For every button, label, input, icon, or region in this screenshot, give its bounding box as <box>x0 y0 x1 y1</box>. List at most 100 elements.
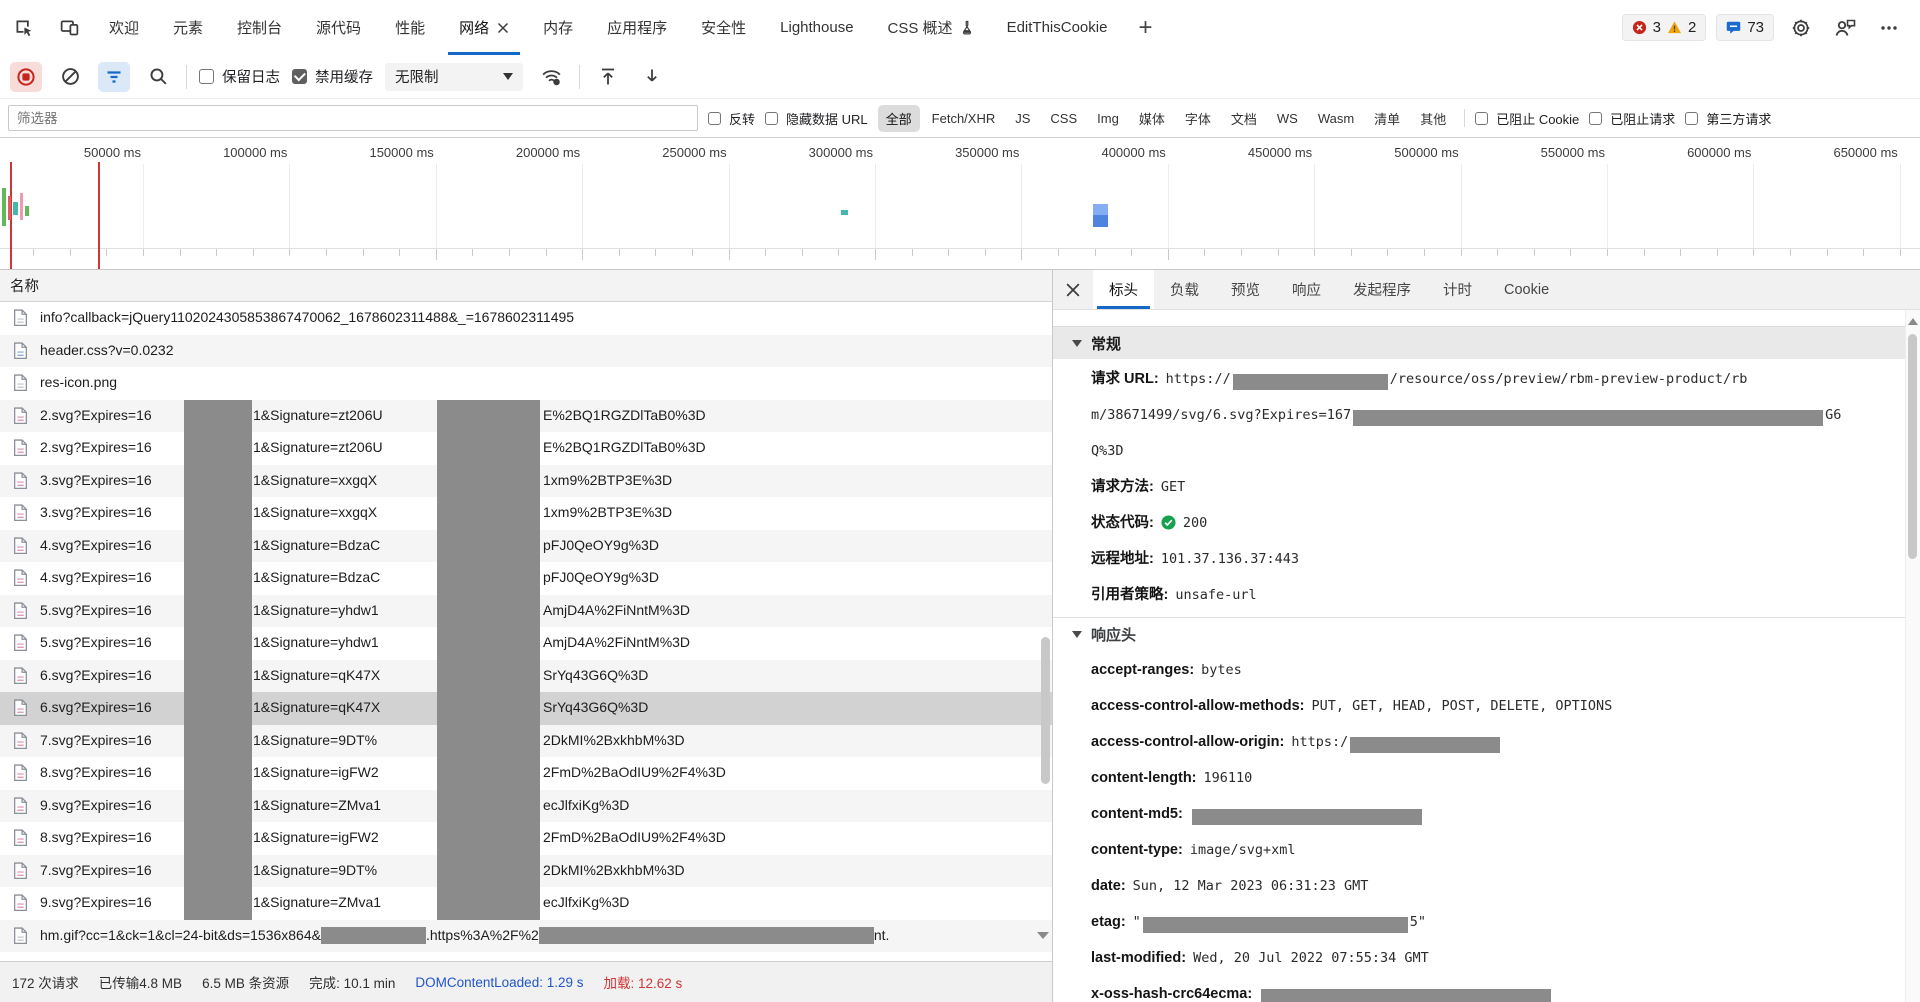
chat-bubble-icon <box>1726 20 1741 35</box>
response-headers-section-header[interactable]: 响应头 <box>1053 617 1905 650</box>
request-name-text: info?callback=jQuery11020243058538674700… <box>40 309 574 325</box>
feedback-button[interactable] <box>1828 11 1862 45</box>
request-name-segment: 1&Signature=qK47X <box>253 667 380 683</box>
filter-type-Wasm[interactable]: Wasm <box>1310 107 1362 130</box>
header-line: last-modified:Wed, 20 Jul 2022 07:55:34 … <box>1091 940 1895 976</box>
name-column-header[interactable]: 名称 <box>0 270 1052 302</box>
request-list-scrollbar[interactable] <box>1041 637 1050 784</box>
details-tab-负载[interactable]: 负载 <box>1154 270 1215 309</box>
clear-network-log-button[interactable] <box>54 62 86 92</box>
request-row[interactable]: info?callback=jQuery11020243058538674700… <box>0 302 1052 335</box>
settings-button[interactable] <box>1784 11 1818 45</box>
request-name-segment: SrYq43G6Q%3D <box>543 667 648 683</box>
file-icon <box>13 732 28 750</box>
network-conditions-icon <box>541 66 562 87</box>
invert-checkbox[interactable]: 反转 <box>708 109 755 128</box>
header-value: Wed, 20 Jul 2022 07:55:34 GMT <box>1193 950 1429 966</box>
filter-type-其他[interactable]: 其他 <box>1412 105 1454 132</box>
header-value: Sun, 12 Mar 2023 06:31:23 GMT <box>1133 878 1369 894</box>
header-line: x-oss-hash-crc64ecma: <box>1091 976 1895 1002</box>
details-scrollbar-track[interactable] <box>1905 310 1920 1002</box>
more-tabs-button[interactable]: + <box>1124 0 1166 55</box>
tab-安全性[interactable]: 安全性 <box>684 0 763 55</box>
header-value-text: image/svg+xml <box>1190 842 1296 858</box>
filter-type-全部[interactable]: 全部 <box>878 105 920 132</box>
request-row[interactable]: header.css?v=0.0232 <box>0 335 1052 368</box>
timeline-tick <box>1717 249 1718 256</box>
network-overview-timeline[interactable]: 50000 ms100000 ms150000 ms200000 ms25000… <box>0 138 1920 270</box>
filter-toggle-button[interactable] <box>98 62 130 92</box>
file-icon <box>13 894 28 912</box>
file-icon <box>13 569 28 587</box>
export-har-button[interactable] <box>592 62 624 92</box>
details-scrollbar-thumb[interactable] <box>1908 334 1917 559</box>
tab-源代码[interactable]: 源代码 <box>299 0 378 55</box>
blocked-cookies-label: 已阻止 Cookie <box>1496 109 1579 128</box>
tab-网络[interactable]: 网络 <box>442 0 526 55</box>
request-row[interactable]: hm.gif?cc=1&ck=1&cl=24-bit&ds=1536x864&.… <box>0 920 1052 953</box>
tab-Lighthouse[interactable]: Lighthouse <box>763 0 870 55</box>
filter-type-文档[interactable]: 文档 <box>1223 105 1265 132</box>
messages-badge[interactable]: 73 <box>1716 14 1774 41</box>
issues-badge[interactable]: 3 2 <box>1622 14 1707 41</box>
details-tab-发起程序[interactable]: 发起程序 <box>1337 270 1427 309</box>
tab-控制台[interactable]: 控制台 <box>220 0 299 55</box>
request-name-text: res-icon.png <box>40 374 117 390</box>
filter-type-CSS[interactable]: CSS <box>1042 107 1085 130</box>
tab-应用程序[interactable]: 应用程序 <box>590 0 684 55</box>
details-tab-Cookie[interactable]: Cookie <box>1488 270 1565 309</box>
general-section-header[interactable]: 常规 <box>1053 326 1905 359</box>
details-tab-标头[interactable]: 标头 <box>1093 270 1154 309</box>
filter-input[interactable] <box>8 105 698 131</box>
scroll-up-arrow-icon[interactable] <box>1908 318 1918 325</box>
throttling-dropdown[interactable]: 无限制 <box>385 63 523 91</box>
tab-元素[interactable]: 元素 <box>156 0 220 55</box>
close-details-button[interactable] <box>1053 270 1093 309</box>
third-party-checkbox[interactable]: 第三方请求 <box>1685 109 1771 128</box>
name-column-label: 名称 <box>10 275 39 296</box>
import-har-button[interactable] <box>636 62 668 92</box>
filter-type-清单[interactable]: 清单 <box>1366 105 1408 132</box>
network-conditions-button[interactable] <box>535 62 567 92</box>
request-name-segment: 9.svg?Expires=16 <box>40 894 152 910</box>
header-key: x-oss-hash-crc64ecma: <box>1091 986 1252 1002</box>
tab-欢迎[interactable]: 欢迎 <box>92 0 156 55</box>
details-tab-计时[interactable]: 计时 <box>1427 270 1488 309</box>
disable-cache-checkbox[interactable]: 禁用缓存 <box>292 66 373 87</box>
header-key: 远程地址: <box>1091 551 1154 567</box>
devtools-tab-bar: 欢迎元素控制台源代码性能网络内存应用程序安全性LighthouseCSS 概述E… <box>0 0 1920 56</box>
request-name-segment: 1&Signature=igFW2 <box>253 764 379 780</box>
tab-CSS 概述[interactable]: CSS 概述 <box>871 0 990 55</box>
preserve-log-checkbox[interactable]: 保留日志 <box>199 66 280 87</box>
header-value-text: PUT, GET, HEAD, POST, DELETE, OPTIONS <box>1312 698 1613 714</box>
network-main-area: 名称 info?callback=jQuery11020243058538674… <box>0 270 1920 1002</box>
request-row[interactable]: res-icon.png <box>0 367 1052 400</box>
tab-内存[interactable]: 内存 <box>526 0 590 55</box>
device-toolbar-button[interactable] <box>46 1 92 55</box>
filter-type-JS[interactable]: JS <box>1007 107 1038 130</box>
timeline-event-marker <box>98 162 100 269</box>
record-network-log-button[interactable] <box>10 62 42 92</box>
blocked-requests-checkbox[interactable]: 已阻止请求 <box>1589 109 1675 128</box>
tab-label: 内存 <box>543 17 573 38</box>
filter-type-WS[interactable]: WS <box>1269 107 1306 130</box>
search-button[interactable] <box>142 62 174 92</box>
details-tab-响应[interactable]: 响应 <box>1276 270 1337 309</box>
filter-type-字体[interactable]: 字体 <box>1177 105 1219 132</box>
filter-type-Img[interactable]: Img <box>1089 107 1127 130</box>
more-options-button[interactable] <box>1872 11 1906 45</box>
tab-EditThisCookie[interactable]: EditThisCookie <box>990 0 1125 55</box>
scroll-down-arrow-icon[interactable] <box>1037 932 1049 939</box>
filter-type-Fetch/XHR[interactable]: Fetch/XHR <box>924 107 1004 130</box>
hide-data-urls-label: 隐藏数据 URL <box>786 109 868 128</box>
inspect-element-button[interactable] <box>0 1 46 55</box>
hide-data-urls-checkbox[interactable]: 隐藏数据 URL <box>765 109 868 128</box>
timeline-tick <box>253 249 254 256</box>
tab-性能[interactable]: 性能 <box>378 0 442 55</box>
request-name-text: nt. <box>874 927 890 943</box>
blocked-cookies-checkbox[interactable]: 已阻止 Cookie <box>1475 109 1579 128</box>
details-tab-预览[interactable]: 预览 <box>1215 270 1276 309</box>
close-icon[interactable] <box>497 22 509 34</box>
filter-type-媒体[interactable]: 媒体 <box>1131 105 1173 132</box>
file-icon <box>13 504 28 522</box>
